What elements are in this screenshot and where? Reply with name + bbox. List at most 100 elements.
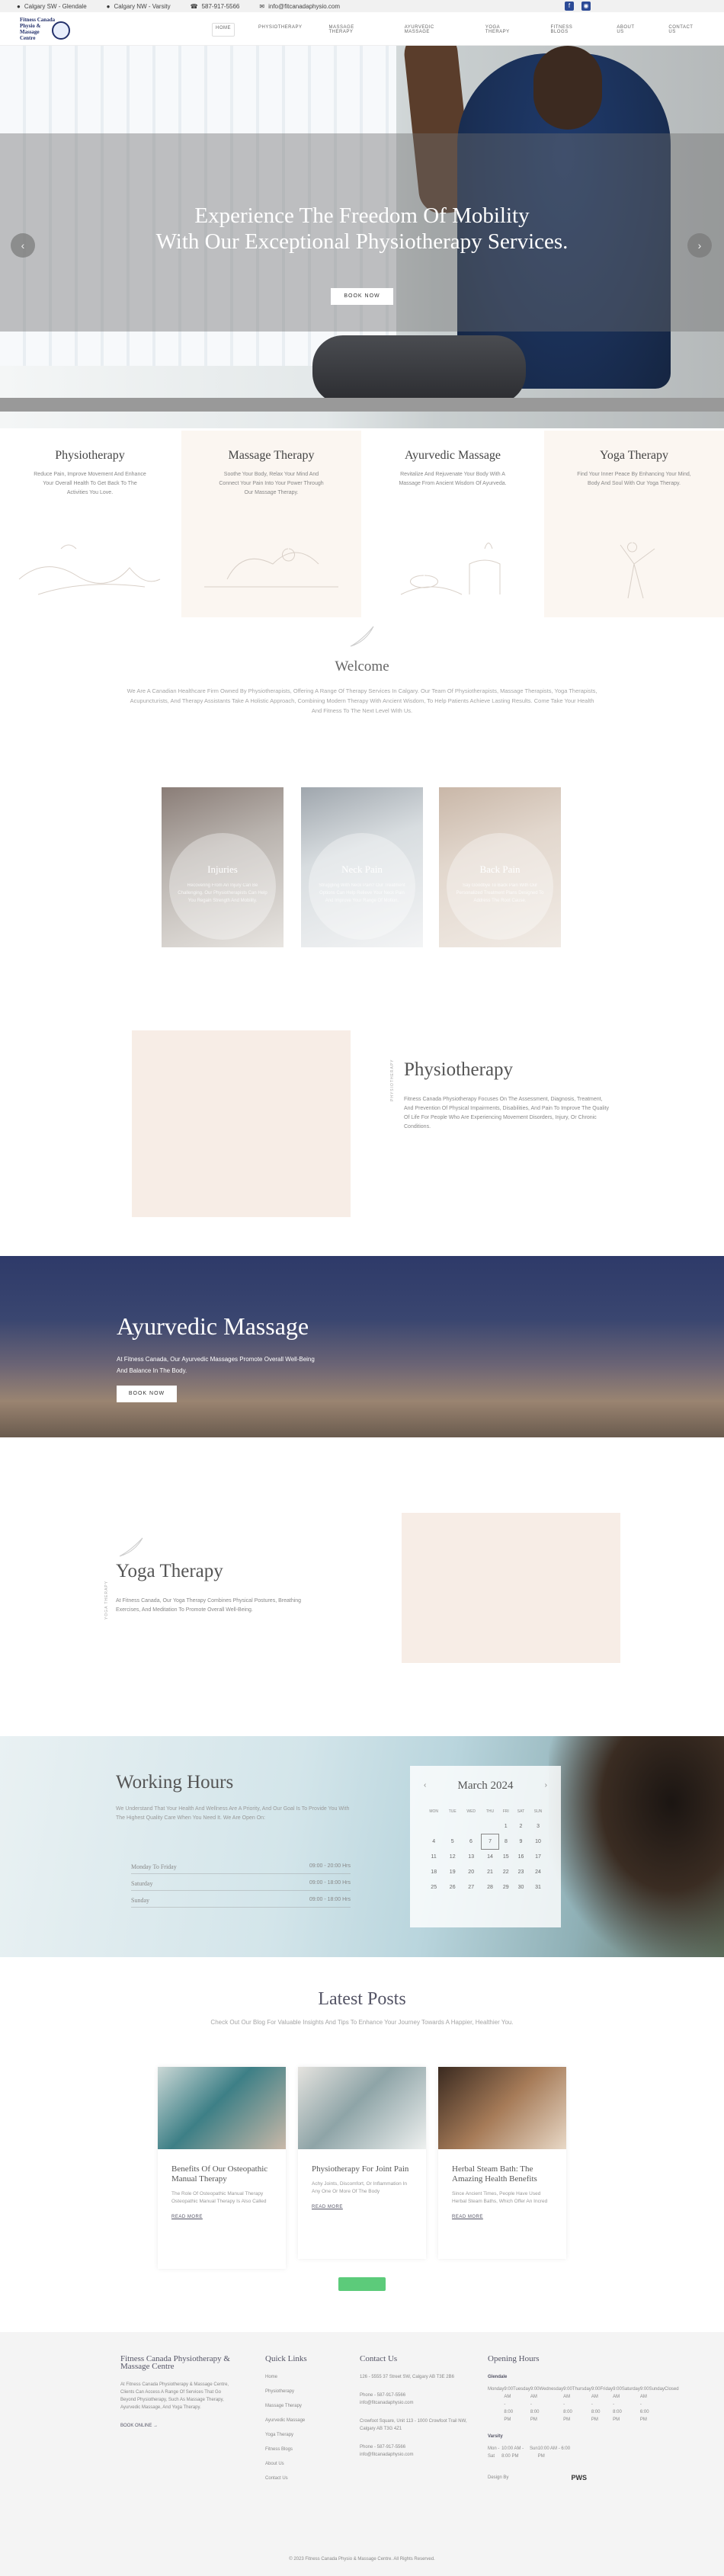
post-card[interactable]: Herbal Steam Bath: The Amazing Health Be… bbox=[438, 2067, 566, 2259]
calendar-day[interactable]: 16 bbox=[513, 1849, 529, 1864]
menu-ayurvedic-massage[interactable]: AYURVEDIC MASSAGE bbox=[402, 23, 462, 37]
yoga-text: At Fitness Canada, Our Yoga Therapy Comb… bbox=[116, 1598, 302, 1613]
service-card-physiotherapy[interactable]: Physiotherapy Reduce Pain, Improve Movem… bbox=[0, 431, 180, 617]
location-glendale[interactable]: ● Calgary SW - Glendale bbox=[17, 3, 87, 10]
calendar-day[interactable]: 1 bbox=[499, 1818, 513, 1834]
condition-card-injuries[interactable]: Injuries Recovering From An Injury Can B… bbox=[162, 787, 284, 947]
read-more-link[interactable]: READ MORE bbox=[171, 2215, 272, 2219]
menu-yoga-therapy[interactable]: YOGA THERAPY bbox=[482, 23, 527, 37]
calendar-day[interactable]: 14 bbox=[481, 1849, 498, 1864]
site-logo[interactable]: Fitness Canada Physio & Massage Centre bbox=[20, 17, 70, 41]
footer-about-text: At Fitness Canada Physiotherapy & Massag… bbox=[120, 2382, 229, 2410]
menu-fitness-blogs[interactable]: FITNESS BLOGS bbox=[547, 23, 593, 37]
service-card-yoga-therapy[interactable]: Yoga Therapy Find Your Inner Peace By En… bbox=[544, 431, 724, 617]
contact-phone-glendale[interactable]: Phone - 587-917-5566 bbox=[360, 2392, 474, 2399]
book-online-link[interactable]: BOOK ONLINE → bbox=[120, 2422, 235, 2430]
calendar-prev-icon[interactable]: ‹ bbox=[424, 1781, 426, 1789]
quick-link-about-us[interactable]: About Us bbox=[265, 2460, 341, 2468]
post-title[interactable]: Physiotherapy For Joint Pain bbox=[312, 2164, 412, 2174]
ayurvedic-book-now-button[interactable]: BOOK NOW bbox=[117, 1386, 177, 1402]
calendar-day[interactable]: 31 bbox=[529, 1879, 547, 1895]
calendar-day[interactable]: 24 bbox=[529, 1864, 547, 1879]
calendar-day[interactable]: 30 bbox=[513, 1879, 529, 1895]
calendar-next-icon[interactable]: › bbox=[545, 1781, 547, 1789]
post-title[interactable]: Herbal Steam Bath: The Amazing Health Be… bbox=[452, 2164, 553, 2184]
read-more-link[interactable]: READ MORE bbox=[452, 2215, 553, 2219]
slider-next-icon[interactable]: › bbox=[687, 233, 712, 258]
ayurvedic-banner: Ayurvedic Massage At Fitness Canada, Our… bbox=[0, 1256, 724, 1437]
calendar-day[interactable]: 15 bbox=[499, 1849, 513, 1864]
calendar-day[interactable]: 7 bbox=[480, 1833, 500, 1850]
calendar-day[interactable]: 19 bbox=[444, 1864, 461, 1879]
calendar-day-header: THU bbox=[485, 1809, 495, 1814]
calendar-day[interactable]: 10 bbox=[529, 1834, 547, 1849]
read-more-link[interactable]: READ MORE bbox=[312, 2205, 412, 2209]
hero-book-now-button[interactable]: BOOK NOW bbox=[331, 288, 393, 305]
calendar-day[interactable]: 13 bbox=[461, 1849, 481, 1864]
condition-text: Say Goodbye To Back Pain With Our Person… bbox=[456, 883, 544, 903]
calendar-day[interactable]: 26 bbox=[444, 1879, 461, 1895]
post-card[interactable]: Benefits Of Our Osteopathic Manual Thera… bbox=[158, 2067, 286, 2269]
condition-card-neck-pain[interactable]: Neck Pain Struggling With Neck Pain? Our… bbox=[301, 787, 423, 947]
calendar-day[interactable]: 9 bbox=[513, 1834, 529, 1849]
working-hours-text: We Understand That Your Health And Welln… bbox=[116, 1806, 350, 1821]
menu-massage-therapy[interactable]: MASSAGE THERAPY bbox=[326, 23, 381, 37]
calendar-day[interactable]: 18 bbox=[424, 1864, 444, 1879]
menu-home[interactable]: HOME bbox=[212, 23, 235, 37]
quick-link-contact-us[interactable]: Contact Us bbox=[265, 2475, 341, 2482]
menu-physiotherapy[interactable]: PHYSIOTHERAPY bbox=[255, 23, 306, 37]
menu-about-us[interactable]: ABOUT US bbox=[613, 23, 645, 37]
facebook-icon[interactable]: f bbox=[565, 2, 574, 11]
service-card-ayurvedic-massage[interactable]: Ayurvedic Massage Revitalize And Rejuven… bbox=[363, 431, 543, 617]
calendar-day[interactable]: 3 bbox=[529, 1818, 547, 1834]
quick-link-fitness-blogs[interactable]: Fitness Blogs bbox=[265, 2446, 341, 2453]
condition-title: Back Pain bbox=[479, 863, 521, 875]
quick-link-yoga-therapy[interactable]: Yoga Therapy bbox=[265, 2431, 341, 2439]
opening-hours-row: Mon - Sat 10:00 AM - 8:00 PM bbox=[488, 2445, 530, 2460]
physiotherapy-side-label: PHYSIOTHERAPY bbox=[390, 1059, 395, 1101]
contact-email-glendale[interactable]: info@fitcanadaphysio.com bbox=[360, 2399, 474, 2407]
calendar-day[interactable]: 2 bbox=[513, 1818, 529, 1834]
calendar-day[interactable]: 28 bbox=[481, 1879, 498, 1895]
post-title[interactable]: Benefits Of Our Osteopathic Manual Thera… bbox=[171, 2164, 272, 2184]
calendar-day[interactable]: 29 bbox=[499, 1879, 513, 1895]
quick-link-ayurvedic-massage[interactable]: Ayurvedic Massage bbox=[265, 2417, 341, 2424]
instagram-icon[interactable]: ◉ bbox=[581, 2, 591, 11]
contact-phone-varsity[interactable]: Phone - 587-917-5566 bbox=[360, 2443, 474, 2451]
slider-prev-icon[interactable]: ‹ bbox=[11, 233, 35, 258]
calendar-day[interactable]: 4 bbox=[424, 1834, 444, 1849]
calendar-day[interactable]: 8 bbox=[499, 1834, 513, 1849]
calendar-day[interactable]: 12 bbox=[444, 1849, 461, 1864]
calendar-day[interactable]: 22 bbox=[499, 1864, 513, 1879]
contact-email-varsity[interactable]: info@fitcanadaphysio.com bbox=[360, 2451, 474, 2459]
service-text: Soothe Your Body, Relax Your Mind And Co… bbox=[219, 472, 324, 495]
calendar-day[interactable]: 11 bbox=[424, 1849, 444, 1864]
hero-heading-line-2: With Our Exceptional Physiotherapy Servi… bbox=[155, 229, 569, 254]
hours-row: Sunday 09:00 - 18:00 Hrs bbox=[131, 1897, 351, 1908]
calendar-day[interactable]: 5 bbox=[444, 1834, 461, 1849]
calendar-day[interactable]: 17 bbox=[529, 1849, 547, 1864]
location-varsity[interactable]: ● Calgary NW - Varsity bbox=[107, 3, 171, 10]
service-card-massage-therapy[interactable]: Massage Therapy Soothe Your Body, Relax … bbox=[181, 431, 361, 617]
hero-therapist-head bbox=[533, 46, 602, 130]
calendar-day[interactable]: 6 bbox=[461, 1834, 481, 1849]
post-card[interactable]: Physiotherapy For Joint Pain Achy Joints… bbox=[298, 2067, 426, 2259]
phone-link[interactable]: ☎ 587-917-5566 bbox=[191, 3, 240, 10]
calendar-day[interactable]: 25 bbox=[424, 1879, 444, 1895]
hours-row: Monday To Friday 09:00 - 20:00 Hrs bbox=[131, 1863, 351, 1874]
calendar-day[interactable]: 21 bbox=[481, 1864, 498, 1879]
calendar-day[interactable]: 23 bbox=[513, 1864, 529, 1879]
calendar-day[interactable]: 20 bbox=[461, 1864, 481, 1879]
quick-link-massage-therapy[interactable]: Massage Therapy bbox=[265, 2402, 341, 2410]
calendar-day[interactable]: 27 bbox=[461, 1879, 481, 1895]
yoga-title: Yoga Therapy bbox=[116, 1561, 223, 1581]
opening-hours-row: Sunday Closed bbox=[649, 2385, 679, 2424]
designer-logo-icon[interactable]: PWS bbox=[571, 2474, 587, 2481]
view-more-button[interactable] bbox=[338, 2277, 386, 2291]
quick-link-home[interactable]: Home bbox=[265, 2373, 341, 2381]
menu-contact-us[interactable]: CONTACT US bbox=[665, 23, 703, 37]
email-link[interactable]: ✉ info@fitcanadaphysio.com bbox=[259, 3, 340, 10]
quick-link-physiotherapy[interactable]: Physiotherapy bbox=[265, 2388, 341, 2395]
condition-card-back-pain[interactable]: Back Pain Say Goodbye To Back Pain With … bbox=[439, 787, 561, 947]
opening-hours-cell: 9:00 AM - 8:00 PM bbox=[591, 2387, 601, 2422]
